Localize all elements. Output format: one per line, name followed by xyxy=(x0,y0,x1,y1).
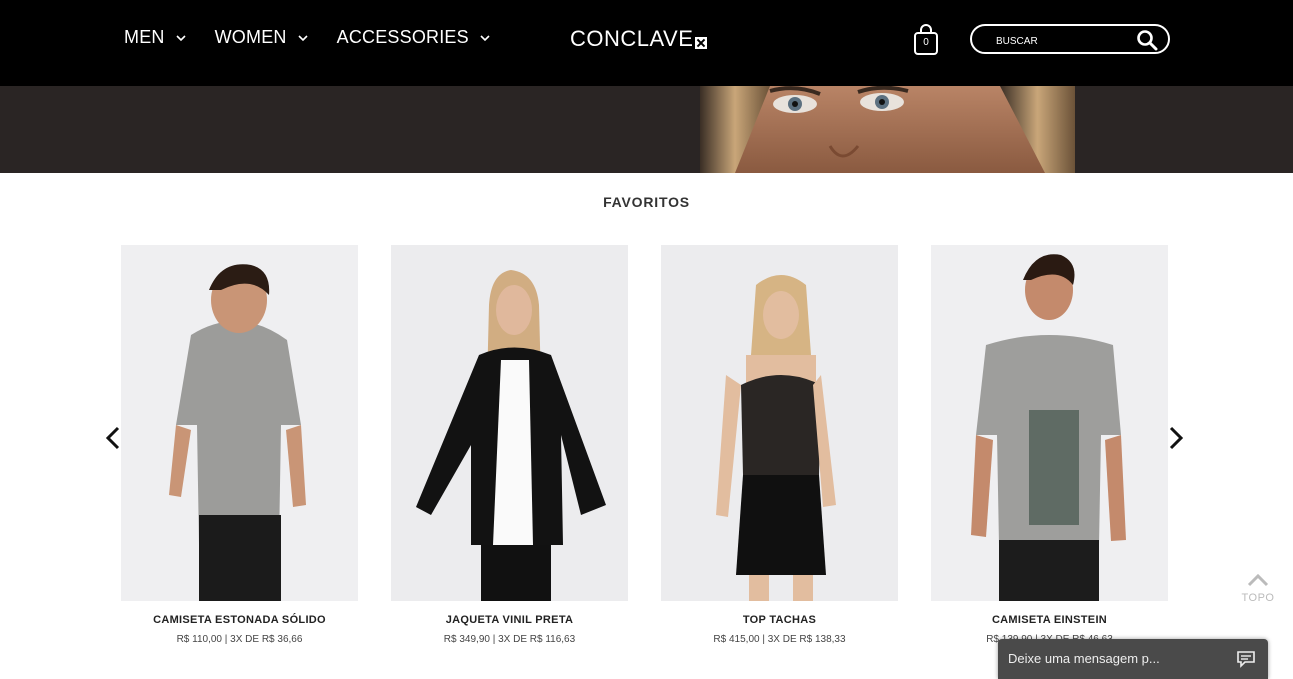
product-image[interactable] xyxy=(931,245,1168,601)
chevron-right-icon[interactable] xyxy=(1166,425,1186,451)
product-image[interactable] xyxy=(121,245,358,601)
search-icon[interactable] xyxy=(1136,29,1158,51)
product-price: R$ 415,00 | 3X DE R$ 138,33 xyxy=(713,634,846,645)
chevron-left-icon[interactable] xyxy=(103,425,123,451)
logo-text: CONCLAVE xyxy=(570,26,694,51)
product-image[interactable] xyxy=(661,245,898,601)
nav-item-label: MEN xyxy=(124,27,165,47)
site-header: MEN WOMEN ACCESSORIES CONCLAVE 0 xyxy=(0,0,1293,86)
chevron-down-icon xyxy=(480,34,490,41)
chat-icon xyxy=(1237,651,1255,668)
product-card[interactable]: CAMISETA ESTONADA SÓLIDO R$ 110,00 | 3X … xyxy=(121,245,358,645)
cart-count: 0 xyxy=(923,37,929,48)
back-to-top-label: TOPO xyxy=(1241,592,1275,604)
main-nav: MEN WOMEN ACCESSORIES xyxy=(124,27,519,48)
product-name[interactable]: TOP TACHAS xyxy=(661,614,898,626)
search-box xyxy=(970,24,1170,54)
product-name[interactable]: JAQUETA VINIL PRETA xyxy=(391,614,628,626)
chevron-up-icon xyxy=(1247,573,1269,587)
nav-item-accessories[interactable]: ACCESSORIES xyxy=(337,27,491,48)
chat-widget[interactable]: Deixe uma mensagem p... xyxy=(998,639,1268,679)
product-image[interactable] xyxy=(391,245,628,601)
nav-item-men[interactable]: MEN xyxy=(124,27,187,48)
nav-item-women[interactable]: WOMEN xyxy=(215,27,309,48)
chat-placeholder: Deixe uma mensagem p... xyxy=(1008,651,1160,666)
cart-button[interactable]: 0 xyxy=(913,24,939,56)
nav-item-label: ACCESSORIES xyxy=(336,27,469,47)
hero-banner xyxy=(0,86,1293,173)
product-price: R$ 349,90 | 3X DE R$ 116,63 xyxy=(443,634,576,645)
search-input[interactable] xyxy=(994,32,1138,50)
product-card[interactable]: JAQUETA VINIL PRETA R$ 349,90 | 3X DE R$… xyxy=(391,245,628,645)
back-to-top-button[interactable]: TOPO xyxy=(1240,573,1276,604)
chevron-down-icon xyxy=(298,34,308,41)
hero-banner-image xyxy=(0,86,1293,173)
nav-item-label: WOMEN xyxy=(214,27,287,47)
product-name[interactable]: CAMISETA EINSTEIN xyxy=(931,614,1168,626)
product-name[interactable]: CAMISETA ESTONADA SÓLIDO xyxy=(121,614,358,626)
product-card[interactable]: CAMISETA EINSTEIN R$ 139,90 | 3X DE R$ 4… xyxy=(931,245,1168,645)
product-price: R$ 110,00 | 3X DE R$ 36,66 xyxy=(176,634,303,645)
chevron-down-icon xyxy=(176,34,186,41)
section-title: FAVORITOS xyxy=(603,194,690,210)
site-logo[interactable]: CONCLAVE xyxy=(570,26,708,52)
logo-mark-icon xyxy=(695,37,708,49)
product-card[interactable]: TOP TACHAS R$ 415,00 | 3X DE R$ 138,33 xyxy=(661,245,898,645)
